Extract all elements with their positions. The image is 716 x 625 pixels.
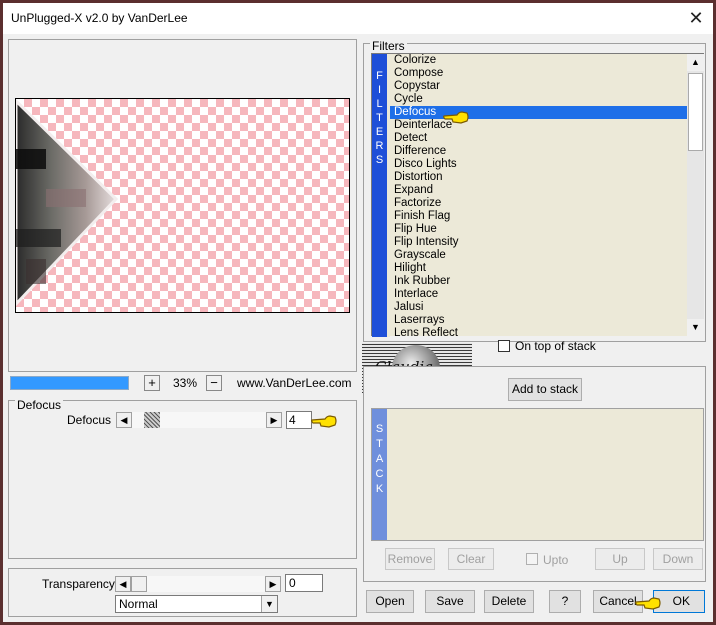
add-to-stack-button[interactable]: Add to stack (508, 378, 582, 401)
pointing-hand-icon (311, 415, 337, 428)
transparency-value-field[interactable]: 0 (285, 574, 323, 592)
side-label-letter: F (376, 70, 383, 82)
preview-image (16, 99, 119, 307)
transparency-increase-button[interactable]: ▶ (265, 576, 281, 592)
defocus-slider-thumb[interactable] (144, 412, 160, 428)
open-button[interactable]: Open (366, 590, 414, 613)
parameters-group-label: Defocus (15, 398, 64, 412)
filter-item[interactable]: Disco Lights (390, 158, 687, 171)
transparency-decrease-button[interactable]: ◀ (115, 576, 131, 592)
transparency-label: Transparency (42, 577, 115, 591)
side-label-letter: S (375, 154, 384, 166)
filter-item[interactable]: Ink Rubber (390, 275, 687, 288)
transparency-slider-thumb[interactable] (131, 576, 147, 592)
upto-checkbox[interactable] (526, 553, 538, 565)
side-label-letter: L (376, 98, 383, 110)
filter-item[interactable]: Colorize (390, 54, 687, 67)
filters-group-label: Filters (370, 39, 407, 53)
filter-item[interactable]: Compose (390, 67, 687, 80)
filters-list-container: FILTERS Colorize Compose Copystar Cycle Defo… (371, 53, 704, 337)
transparency-slider-track[interactable] (131, 576, 265, 592)
filter-item[interactable]: Copystar (390, 80, 687, 93)
side-label-letter: A (375, 453, 384, 465)
side-label-letter: S (375, 423, 384, 435)
blend-mode-select[interactable]: Normal ▼ (115, 595, 278, 613)
window-title: UnPlugged-X v2.0 by VanDerLee (11, 11, 188, 25)
filter-item[interactable]: Expand (390, 184, 687, 197)
zoom-in-button[interactable]: − (206, 375, 222, 391)
pointing-hand-icon-ok (635, 597, 661, 610)
website-link[interactable]: www.VanDerLee.com (237, 376, 352, 390)
transparency-panel: Transparency ◀ ▶ 0 Normal ▼ (8, 568, 357, 617)
chevron-down-icon[interactable]: ▼ (261, 596, 277, 612)
defocus-increase-button[interactable]: ▶ (266, 412, 282, 428)
blend-mode-value: Normal (119, 597, 158, 611)
on-top-checkbox[interactable] (498, 340, 510, 352)
filter-item[interactable]: Cycle (390, 93, 687, 106)
filter-item[interactable]: Flip Hue (390, 223, 687, 236)
stack-panel: Add to stack STACK Remove Clear Upto Up … (363, 366, 706, 582)
stack-list-container: STACK (371, 408, 704, 541)
scroll-thumb[interactable] (688, 73, 703, 151)
title-bar: UnPlugged-X v2.0 by VanDerLee ✕ (3, 3, 713, 34)
side-label-letter: E (375, 126, 384, 138)
defocus-label: Defocus (67, 413, 112, 427)
filter-item[interactable]: Finish Flag (390, 210, 687, 223)
preview-panel (8, 39, 357, 372)
filter-item[interactable]: Distortion (390, 171, 687, 184)
side-label-letter: R (375, 140, 384, 152)
filters-panel: Filters FILTERS Colorize Compose Copystar C… (363, 39, 706, 342)
parameters-panel: Defocus Defocus ◀ ▶ 4 (8, 398, 357, 559)
close-icon[interactable]: ✕ (685, 7, 707, 29)
help-button[interactable]: ? (549, 590, 581, 613)
scroll-up-icon[interactable]: ▲ (687, 54, 704, 71)
defocus-value-field[interactable]: 4 (286, 411, 312, 429)
down-button[interactable]: Down (653, 548, 703, 570)
upto-label: Upto (543, 553, 569, 567)
filter-item[interactable]: Laserrays (390, 314, 687, 327)
side-label-letter: I (377, 84, 382, 96)
delete-button[interactable]: Delete (484, 590, 534, 613)
preview-canvas[interactable] (15, 98, 350, 313)
progress-bar (10, 376, 129, 390)
defocus-slider-track[interactable] (132, 412, 266, 428)
filter-item[interactable]: Difference (390, 145, 687, 158)
filter-item[interactable]: Jalusi (390, 301, 687, 314)
defocus-decrease-button[interactable]: ◀ (116, 412, 132, 428)
scroll-down-icon[interactable]: ▼ (687, 319, 704, 336)
side-label-letter: T (376, 112, 383, 124)
pointing-hand-icon-filter (443, 111, 469, 124)
filters-side-bar: FILTERS (372, 54, 387, 337)
filter-item[interactable]: Factorize (390, 197, 687, 210)
filter-item[interactable]: Detect (390, 132, 687, 145)
filter-item[interactable]: Flip Intensity (390, 236, 687, 249)
side-label-letter: T (376, 438, 383, 450)
filter-item[interactable]: Grayscale (390, 249, 687, 262)
filter-item[interactable]: Hilight (390, 262, 687, 275)
on-top-label: On top of stack (515, 339, 596, 353)
remove-button[interactable]: Remove (385, 548, 435, 570)
side-label-letter: C (375, 468, 384, 480)
plugin-window: UnPlugged-X v2.0 by VanDerLee ✕ + 33% − … (3, 3, 713, 622)
filter-item[interactable]: Defocus (390, 106, 687, 119)
stack-list[interactable] (387, 409, 703, 540)
side-label-letter: K (375, 483, 384, 495)
filter-item[interactable]: Interlace (390, 288, 687, 301)
filter-item[interactable]: Deinterlace (390, 119, 687, 132)
clear-button[interactable]: Clear (448, 548, 494, 570)
filter-item[interactable]: Lens Reflect (390, 327, 687, 336)
zoom-value: 33% (173, 376, 198, 390)
up-button[interactable]: Up (595, 548, 645, 570)
filters-scrollbar[interactable]: ▲ ▼ (687, 54, 704, 336)
zoom-out-button[interactable]: + (144, 375, 160, 391)
filters-list[interactable]: Colorize Compose Copystar Cycle Defocus Deint… (390, 54, 687, 336)
save-button[interactable]: Save (425, 590, 475, 613)
stack-side-bar: STACK (372, 409, 387, 540)
